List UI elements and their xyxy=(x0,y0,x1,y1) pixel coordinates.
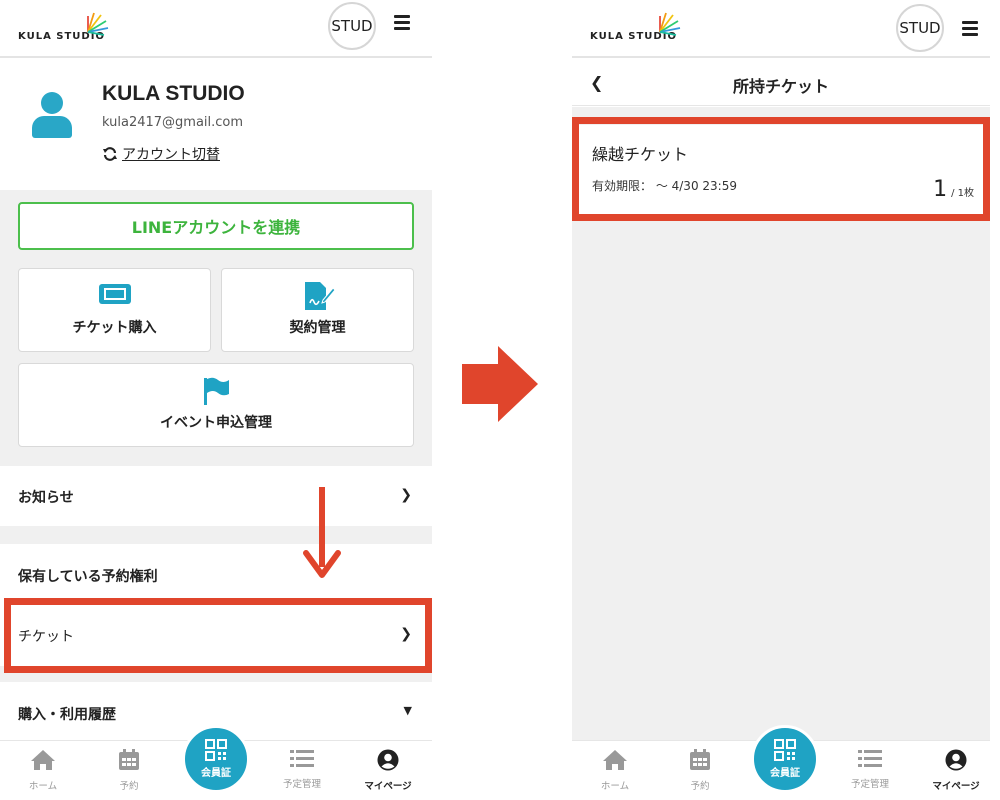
nav-schedule[interactable]: 予定管理 xyxy=(272,749,332,790)
nav-mypage-label: マイページ xyxy=(932,781,980,792)
user-circle-icon xyxy=(945,749,967,771)
ticket-card-highlight xyxy=(572,117,990,221)
user-avatar-icon xyxy=(32,92,72,138)
reservation-rights-heading: 保有している予約権利 xyxy=(18,569,158,585)
ticket-purchase-tile[interactable]: チケット購入 xyxy=(18,268,211,352)
history-label: 購入・利用履歴 xyxy=(18,707,116,723)
nav-member-card-label: 会員証 xyxy=(201,768,231,779)
nav-reserve[interactable]: 予約 xyxy=(99,749,159,792)
mypage-screen: KULA STUDIO STUD KULA STUDIO kula2417@gm… xyxy=(0,0,432,800)
chevron-right-icon: ❯ xyxy=(400,487,412,503)
calendar-icon xyxy=(119,749,139,770)
sync-icon xyxy=(103,147,117,161)
logo-burst-icon xyxy=(87,12,109,36)
account-avatar-button[interactable]: STUD xyxy=(896,4,944,52)
qr-icon xyxy=(774,739,796,761)
nav-home-label: ホーム xyxy=(28,781,58,792)
nav-reserve-label: 予約 xyxy=(690,781,710,792)
event-management-tile[interactable]: イベント申込管理 xyxy=(18,363,414,447)
list-icon xyxy=(858,750,882,767)
menu-icon[interactable] xyxy=(962,21,978,36)
page-title: 所持チケット xyxy=(732,77,829,96)
nav-mypage-label: マイページ xyxy=(364,781,412,792)
contract-management-label: 契約管理 xyxy=(289,320,346,336)
bottom-nav: ホーム 予約 会員証 予定管理 マイページ xyxy=(0,725,432,800)
divider xyxy=(0,526,432,544)
nav-reserve[interactable]: 予約 xyxy=(670,749,730,792)
nav-schedule-label: 予定管理 xyxy=(850,779,889,790)
owned-tickets-screen: KULA STUDIO STUD ❮ 所持チケット 繰越チケット 有効期限： 〜… xyxy=(572,0,990,800)
calendar-icon xyxy=(690,749,710,770)
logo-burst-icon xyxy=(659,12,681,36)
contract-management-tile[interactable]: 契約管理 xyxy=(221,268,414,352)
user-circle-icon xyxy=(377,749,399,771)
event-management-label: イベント申込管理 xyxy=(160,415,272,431)
nav-member-card[interactable]: 会員証 xyxy=(751,725,819,793)
app-header: KULA STUDIO STUD xyxy=(572,0,990,58)
nav-mypage[interactable]: マイページ xyxy=(358,749,418,792)
profile-email: kula2417@gmail.com xyxy=(102,115,244,130)
switch-account-link[interactable]: アカウント切替 xyxy=(102,144,220,164)
right-arrow-annotation xyxy=(462,346,538,422)
bottom-nav: ホーム 予約 会員証 予定管理 マイページ xyxy=(572,725,990,800)
profile-section: KULA STUDIO kula2417@gmail.com アカウント切替 xyxy=(0,60,432,190)
line-link-button[interactable]: LINEアカウントを連携 xyxy=(18,202,414,250)
switch-account-label: アカウント切替 xyxy=(122,147,220,163)
list-icon xyxy=(290,750,314,767)
app-header: KULA STUDIO STUD xyxy=(0,0,432,58)
reservation-rights-heading-row: 保有している予約権利 xyxy=(0,544,432,606)
profile-name: KULA STUDIO xyxy=(102,82,245,105)
qr-icon xyxy=(205,739,227,761)
home-icon xyxy=(31,750,55,770)
flag-icon xyxy=(204,377,229,405)
news-row[interactable]: お知らせ ❯ xyxy=(0,466,432,526)
home-icon xyxy=(603,750,627,770)
contract-icon xyxy=(304,282,335,310)
nav-schedule-label: 予定管理 xyxy=(282,779,321,790)
sub-header: ❮ 所持チケット xyxy=(572,60,990,106)
account-avatar-button[interactable]: STUD xyxy=(328,2,376,50)
ticket-row-highlight xyxy=(4,598,432,673)
nav-home[interactable]: ホーム xyxy=(13,749,73,792)
nav-member-card-label: 会員証 xyxy=(770,768,800,779)
nav-schedule[interactable]: 予定管理 xyxy=(840,749,900,790)
nav-member-card[interactable]: 会員証 xyxy=(182,725,250,793)
nav-home-label: ホーム xyxy=(600,781,630,792)
menu-tiles-area: LINEアカウントを連携 チケット購入 契約管理 イベント申込管理 xyxy=(0,190,432,466)
nav-mypage[interactable]: マイページ xyxy=(926,749,986,792)
down-arrow-annotation xyxy=(303,487,341,578)
chevron-down-icon: ▼ xyxy=(403,704,412,717)
ticket-icon xyxy=(98,284,131,304)
nav-reserve-label: 予約 xyxy=(119,781,139,792)
menu-icon[interactable] xyxy=(394,15,410,30)
news-label: お知らせ xyxy=(18,490,74,506)
ticket-purchase-label: チケット購入 xyxy=(72,320,157,336)
nav-home[interactable]: ホーム xyxy=(585,749,645,792)
